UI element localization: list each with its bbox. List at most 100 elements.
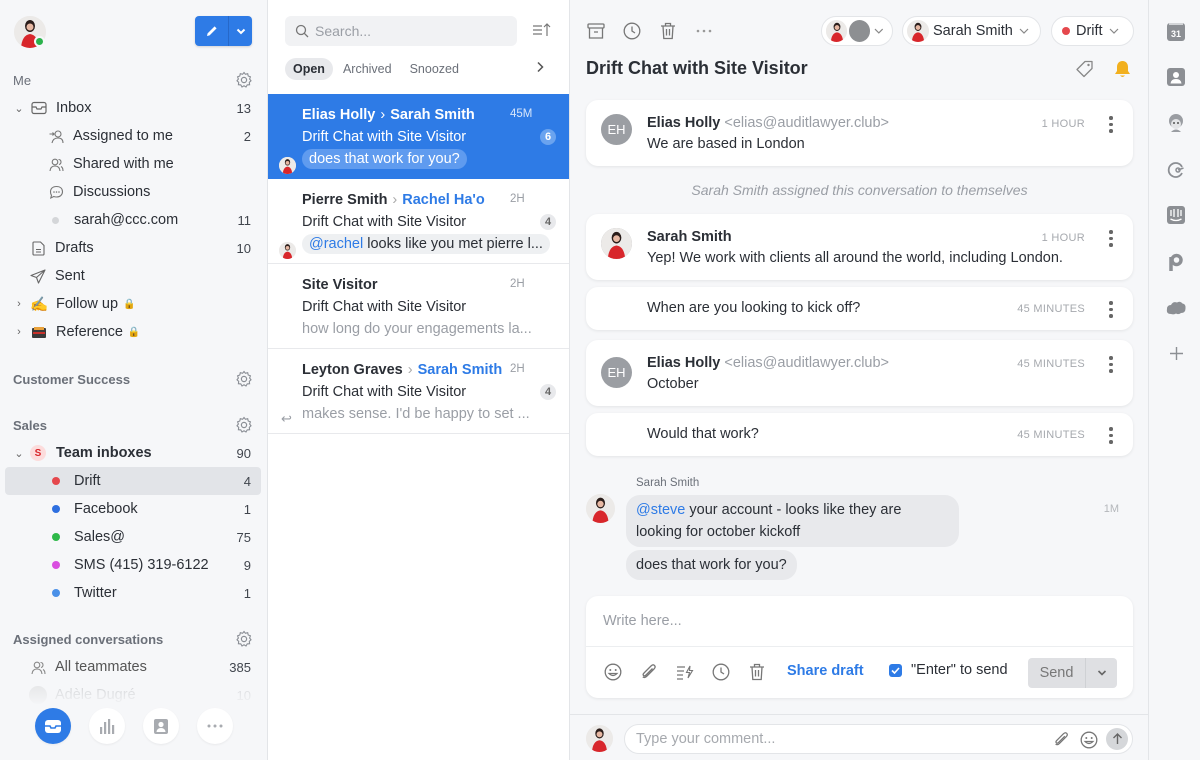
more-options-icon[interactable]	[694, 21, 714, 41]
send-options-chevron-icon[interactable]	[1086, 658, 1117, 688]
calendar-icon[interactable]: 31	[1166, 21, 1186, 41]
tab-snoozed[interactable]: Snoozed	[402, 58, 467, 80]
inbox-dropdown[interactable]: Drift	[1051, 16, 1134, 46]
message-menu-icon[interactable]	[1109, 116, 1113, 133]
tab-archived[interactable]: Archived	[335, 58, 400, 80]
timestamp: 45 MINUTES	[1017, 429, 1085, 441]
preview: looks like you met pierre l...	[363, 236, 543, 252]
chevron-down-icon[interactable]	[229, 16, 252, 46]
analytics-nav-button[interactable]	[88, 708, 125, 744]
sort-icon[interactable]	[532, 22, 552, 38]
mention[interactable]: @steve	[636, 502, 685, 518]
refresh-integration-icon[interactable]	[1166, 160, 1186, 180]
submit-comment-button[interactable]	[1106, 728, 1128, 750]
lock-icon: 🔒	[127, 326, 141, 338]
message-card[interactable]: Sarah Smith Yep! We work with clients al…	[586, 214, 1133, 280]
comment-bar	[570, 714, 1148, 760]
add-integration-icon[interactable]	[1166, 343, 1186, 363]
mascot-icon[interactable]	[1166, 113, 1186, 133]
checkbox-checked-icon[interactable]	[889, 663, 902, 677]
conversation-item[interactable]: Leyton Graves › Sarah Smith 2H Drift Chat …	[268, 349, 569, 434]
tab-open[interactable]: Open	[285, 58, 333, 80]
tag-icon[interactable]	[1075, 60, 1094, 79]
bell-icon[interactable]	[1114, 60, 1131, 79]
more-nav-button[interactable]	[196, 708, 233, 744]
contacts-nav-button[interactable]	[142, 708, 179, 744]
search-input[interactable]	[315, 23, 505, 39]
timestamp: 2H	[510, 193, 525, 205]
sidebar-item-facebook[interactable]: Facebook 1	[0, 495, 267, 523]
trash-icon[interactable]	[747, 662, 767, 682]
pipedrive-icon[interactable]	[1166, 252, 1186, 272]
sidebar-item-twitter[interactable]: Twitter 1	[0, 579, 267, 607]
comment-field[interactable]	[624, 724, 1133, 754]
sidebar-item-team-inboxes[interactable]: ⌄ S Team inboxes 90	[0, 439, 267, 467]
chevron-right-icon[interactable]: ›	[12, 298, 26, 310]
reply-input[interactable]	[586, 596, 1133, 647]
trash-icon[interactable]	[658, 21, 678, 41]
gear-icon[interactable]	[235, 370, 253, 388]
chevron-down-icon[interactable]: ⌄	[12, 447, 26, 460]
label: Team inboxes	[56, 445, 152, 461]
send-button[interactable]: Send	[1028, 658, 1086, 688]
message-menu-icon[interactable]	[1109, 301, 1113, 318]
gear-icon[interactable]	[235, 71, 253, 89]
sidebar-item-sales[interactable]: Sales@ 75	[0, 523, 267, 551]
message-card[interactable]: EH Elias Holly <elias@auditlawyer.club> …	[586, 340, 1133, 406]
sidebar-item-reference[interactable]: › Reference 🔒	[0, 318, 267, 346]
pencil-icon[interactable]	[195, 16, 229, 46]
inbox-nav-button[interactable]	[34, 708, 71, 744]
sidebar-item-sms[interactable]: SMS (415) 319-6122 9	[0, 551, 267, 579]
sidebar-item-all-teammates[interactable]: All teammates 385	[0, 653, 267, 681]
reply-composer: Share draft "Enter" to send Send	[586, 596, 1133, 698]
sidebar-item-sarah-email[interactable]: sarah@ccc.com 11	[0, 206, 267, 234]
conversation-item[interactable]: Site Visitor 2H Drift Chat with Site Vis…	[268, 264, 569, 349]
comment-input[interactable]	[636, 731, 1036, 747]
attachment-icon[interactable]	[639, 662, 659, 682]
attachment-icon[interactable]	[1053, 731, 1070, 748]
count: 11	[237, 212, 252, 228]
sidebar-item-shared-with-me[interactable]: Shared with me	[0, 150, 267, 178]
comment-bubble[interactable]: does that work for you?	[626, 550, 797, 580]
participants-dropdown[interactable]	[821, 16, 893, 46]
gear-icon[interactable]	[235, 630, 253, 648]
conversation-item[interactable]: Pierre Smith › Rachel Ha'o 2H Drift Chat w…	[268, 179, 569, 264]
emoji-icon[interactable]	[603, 662, 623, 682]
sidebar-item-assigned-to-me[interactable]: Assigned to me 2	[0, 122, 267, 150]
compose-button[interactable]	[195, 16, 252, 46]
chevron-right-icon[interactable]: ›	[12, 326, 26, 338]
comment-bubble[interactable]: @steve your account - looks like they ar…	[626, 495, 959, 547]
count: 13	[236, 100, 251, 116]
conversation-item[interactable]: Elias Holly › Sarah Smith 45M Drift Chat w…	[268, 94, 569, 179]
contact-card-icon[interactable]	[1166, 67, 1186, 87]
message-card[interactable]: When are you looking to kick off? 45 MIN…	[586, 287, 1133, 330]
archive-icon[interactable]	[586, 21, 606, 41]
sidebar-item-drafts[interactable]: Drafts 10	[0, 234, 267, 262]
sidebar-item-drift[interactable]: Drift 4	[5, 467, 261, 495]
sidebar-item-discussions[interactable]: Discussions	[0, 178, 267, 206]
intercom-icon[interactable]	[1166, 205, 1186, 225]
preview: makes sense. I'd be happy to set ...	[302, 406, 530, 422]
sidebar-item-follow-up[interactable]: › ✍️ Follow up 🔒	[0, 290, 267, 318]
chevron-right-icon[interactable]	[536, 61, 544, 73]
sidebar-item-inbox[interactable]: ⌄ Inbox 13	[0, 94, 267, 122]
message-menu-icon[interactable]	[1109, 356, 1113, 373]
enter-to-send-toggle[interactable]: "Enter" to send	[889, 662, 1008, 678]
message-menu-icon[interactable]	[1109, 230, 1113, 247]
snooze-clock-icon[interactable]	[622, 21, 642, 41]
message-card[interactable]: EH Elias Holly <elias@auditlawyer.club> …	[586, 100, 1133, 166]
emoji-icon[interactable]	[1080, 731, 1098, 749]
message-card[interactable]: Would that work? 45 MINUTES	[586, 413, 1133, 456]
status-tabs: Open Archived Snoozed	[285, 58, 467, 80]
snippets-icon[interactable]	[675, 662, 695, 682]
label: SMS (415) 319-6122	[74, 557, 209, 573]
sidebar-item-sent[interactable]: Sent	[0, 262, 267, 290]
search-box[interactable]	[285, 16, 517, 46]
message-menu-icon[interactable]	[1109, 427, 1113, 444]
schedule-clock-icon[interactable]	[711, 662, 731, 682]
assignee-dropdown[interactable]: Sarah Smith	[902, 16, 1041, 46]
share-draft-link[interactable]: Share draft	[787, 663, 864, 679]
salesforce-cloud-icon[interactable]	[1166, 297, 1186, 317]
gear-icon[interactable]	[235, 416, 253, 434]
chevron-down-icon[interactable]: ⌄	[12, 102, 26, 115]
